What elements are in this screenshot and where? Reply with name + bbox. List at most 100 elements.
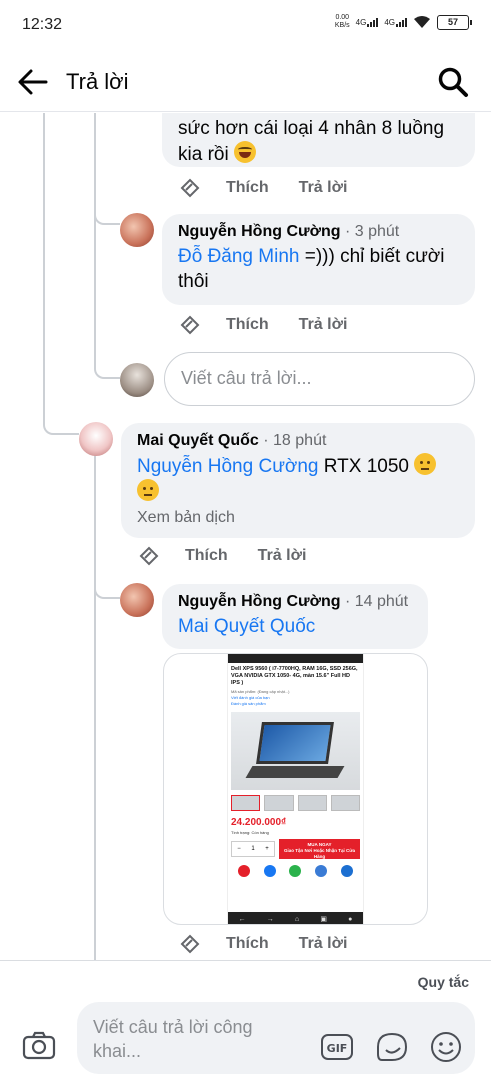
battery-icon: 57 (437, 14, 472, 30)
raised-eyebrow-emoji-icon (414, 453, 437, 475)
avatar[interactable] (120, 213, 154, 247)
comment-author[interactable]: Nguyễn Hồng Cường (178, 223, 341, 240)
status-bar: 12:32 0.00 KB/s 4G 4G 57 (0, 0, 491, 52)
contact-icons (228, 859, 363, 877)
nav-back-icon: ← (238, 915, 246, 923)
signal-icon: 4G (355, 17, 379, 27)
comment-text: Mai Quyết Quốc (178, 614, 414, 639)
reaction-icon[interactable] (178, 177, 202, 199)
signal-icon: 4G (384, 17, 407, 27)
comment-input[interactable]: Viết câu trả lời công khai... GIF (77, 1002, 475, 1074)
thumbnail (264, 795, 294, 811)
reply-input[interactable]: Viết câu trả lời... (164, 352, 475, 406)
reply-button[interactable]: Trả lời (299, 935, 348, 953)
comment-author[interactable]: Nguyễn Hồng Cường (178, 593, 341, 610)
thread-connector (43, 413, 79, 435)
reaction-icon[interactable] (137, 545, 161, 567)
thread-line (43, 113, 45, 423)
battery-level: 57 (447, 17, 458, 27)
phone-icon (289, 865, 302, 877)
rules-bar: Quy tắc (0, 960, 491, 1000)
reply-button[interactable]: Trả lời (258, 547, 307, 565)
product-thumbnails (228, 790, 363, 811)
laptop-image (231, 712, 360, 790)
chat-icon (341, 865, 354, 877)
comment-actions: Thích Trả lời (137, 545, 306, 567)
buy-now-label: MUA NGAY (307, 842, 332, 847)
gif-icon[interactable]: GIF (320, 1032, 354, 1062)
wifi-icon (414, 16, 430, 28)
like-button[interactable]: Thích (226, 316, 269, 334)
avatar[interactable] (120, 583, 154, 617)
like-button[interactable]: Thích (185, 547, 228, 565)
comment-actions: Thích Trả lời (178, 314, 347, 336)
nav-menu-icon: ● (348, 915, 353, 923)
comment-text-line: sức hơn cái loại 4 nhân 8 luồng (178, 118, 445, 139)
map-icon (237, 865, 250, 877)
thread-line (94, 113, 96, 363)
rating-link: Đánh giá sản phẩm (231, 701, 266, 706)
comment-bubble[interactable]: sức hơn cái loại 4 nhân 8 luồng kia rồi (162, 113, 475, 167)
comment-time: · 18 phút (263, 432, 327, 449)
thread-connector (94, 579, 120, 599)
comment-thread[interactable]: sức hơn cái loại 4 nhân 8 luồng kia rồi … (0, 113, 491, 960)
rules-link[interactable]: Quy tắc (418, 974, 469, 990)
sticker-icon[interactable] (374, 1030, 410, 1064)
network-speed-unit: KB/s (334, 22, 350, 29)
comment-time: · 3 phút (344, 223, 400, 240)
messenger-icon (315, 865, 328, 877)
status-time: 12:32 (22, 16, 63, 33)
reaction-icon[interactable] (178, 314, 202, 336)
comment-text: Đỗ Đăng Minh =))) chỉ biết cười thôi (178, 244, 461, 294)
comment-bubble[interactable]: Nguyễn Hồng Cường · 14 phút Mai Quyết Qu… (162, 584, 428, 649)
mention-link[interactable]: Mai Quyết Quốc (178, 616, 315, 637)
zalo-icon (263, 865, 276, 877)
comment-author[interactable]: Mai Quyết Quốc (137, 432, 259, 449)
like-button[interactable]: Thích (226, 179, 269, 197)
buy-row: −1 + MUA NGAY Giao Tận Nơi Hoặc Nhận Tại … (228, 835, 363, 859)
reply-button[interactable]: Trả lời (299, 179, 348, 197)
buy-now-button: MUA NGAY Giao Tận Nơi Hoặc Nhận Tại Cửa … (279, 839, 360, 859)
comment-actions: Thích Trả lời (178, 177, 347, 199)
search-icon[interactable] (437, 66, 469, 98)
thumbnail (297, 795, 327, 811)
arrow-left-icon[interactable] (16, 66, 50, 98)
thread-connector (94, 359, 120, 379)
reaction-icon[interactable] (178, 933, 202, 955)
comment-text: sức hơn cái loại 4 nhân 8 luồng kia rồi (178, 116, 461, 167)
top-app-bar: Trả lời (0, 52, 491, 112)
stock-status: Tình trạng: Còn hàng (231, 830, 269, 835)
comment-bubble[interactable]: Mai Quyết Quốc · 18 phút Nguyễn Hồng Cườ… (121, 423, 475, 538)
see-translation-link[interactable]: Xem bản dịch (137, 509, 461, 527)
reply-button[interactable]: Trả lời (299, 316, 348, 334)
rolling-laughing-emoji-icon (233, 141, 256, 163)
product-title: Dell XPS 9560 ( i7-7700HQ, RAM 16G, SSD … (231, 666, 358, 686)
product-screenshot: Dell XPS 9560 ( i7-7700HQ, RAM 16G, SSD … (227, 654, 364, 924)
thumbnail (231, 795, 261, 811)
comment-input-placeholder: Viết câu trả lời công khai... (93, 1017, 253, 1061)
laptop-screen (256, 722, 334, 764)
camera-icon[interactable] (22, 1030, 56, 1060)
comment-text-line: =))) chỉ biết cười (299, 246, 445, 267)
quantity-stepper: −1 + (231, 841, 275, 857)
avatar[interactable] (79, 422, 113, 456)
buy-now-sublabel: Giao Tận Nơi Hoặc Nhận Tại Cửa Hàng (284, 848, 355, 859)
comment-text-line: thôi (178, 271, 209, 292)
emoji-icon[interactable] (429, 1030, 463, 1064)
comment-text-line: kia rồi (178, 144, 229, 165)
comment-bubble[interactable]: Nguyễn Hồng Cường · 3 phút Đỗ Đăng Minh … (162, 214, 475, 305)
mention-link[interactable]: Nguyễn Hồng Cường (137, 456, 319, 477)
comment-composer: Viết câu trả lời công khai... GIF (0, 1000, 491, 1080)
like-button[interactable]: Thích (226, 935, 269, 953)
nav-forward-icon: → (266, 915, 274, 923)
signal-label-1: 4G (355, 17, 367, 27)
phone-nav-bar: ← → ⌂ ▣ ● (228, 912, 363, 924)
phone-status-bar (228, 654, 363, 663)
thread-line (94, 453, 96, 960)
comment-text: Nguyễn Hồng Cường RTX 1050 (137, 453, 461, 505)
mention-link[interactable]: Đỗ Đăng Minh (178, 246, 299, 267)
comment-image-attachment[interactable]: Dell XPS 9560 ( i7-7700HQ, RAM 16G, SSD … (163, 653, 428, 925)
signal-label-2: 4G (384, 17, 395, 27)
network-speed-value: 0.00 (335, 14, 350, 21)
avatar (120, 363, 154, 397)
